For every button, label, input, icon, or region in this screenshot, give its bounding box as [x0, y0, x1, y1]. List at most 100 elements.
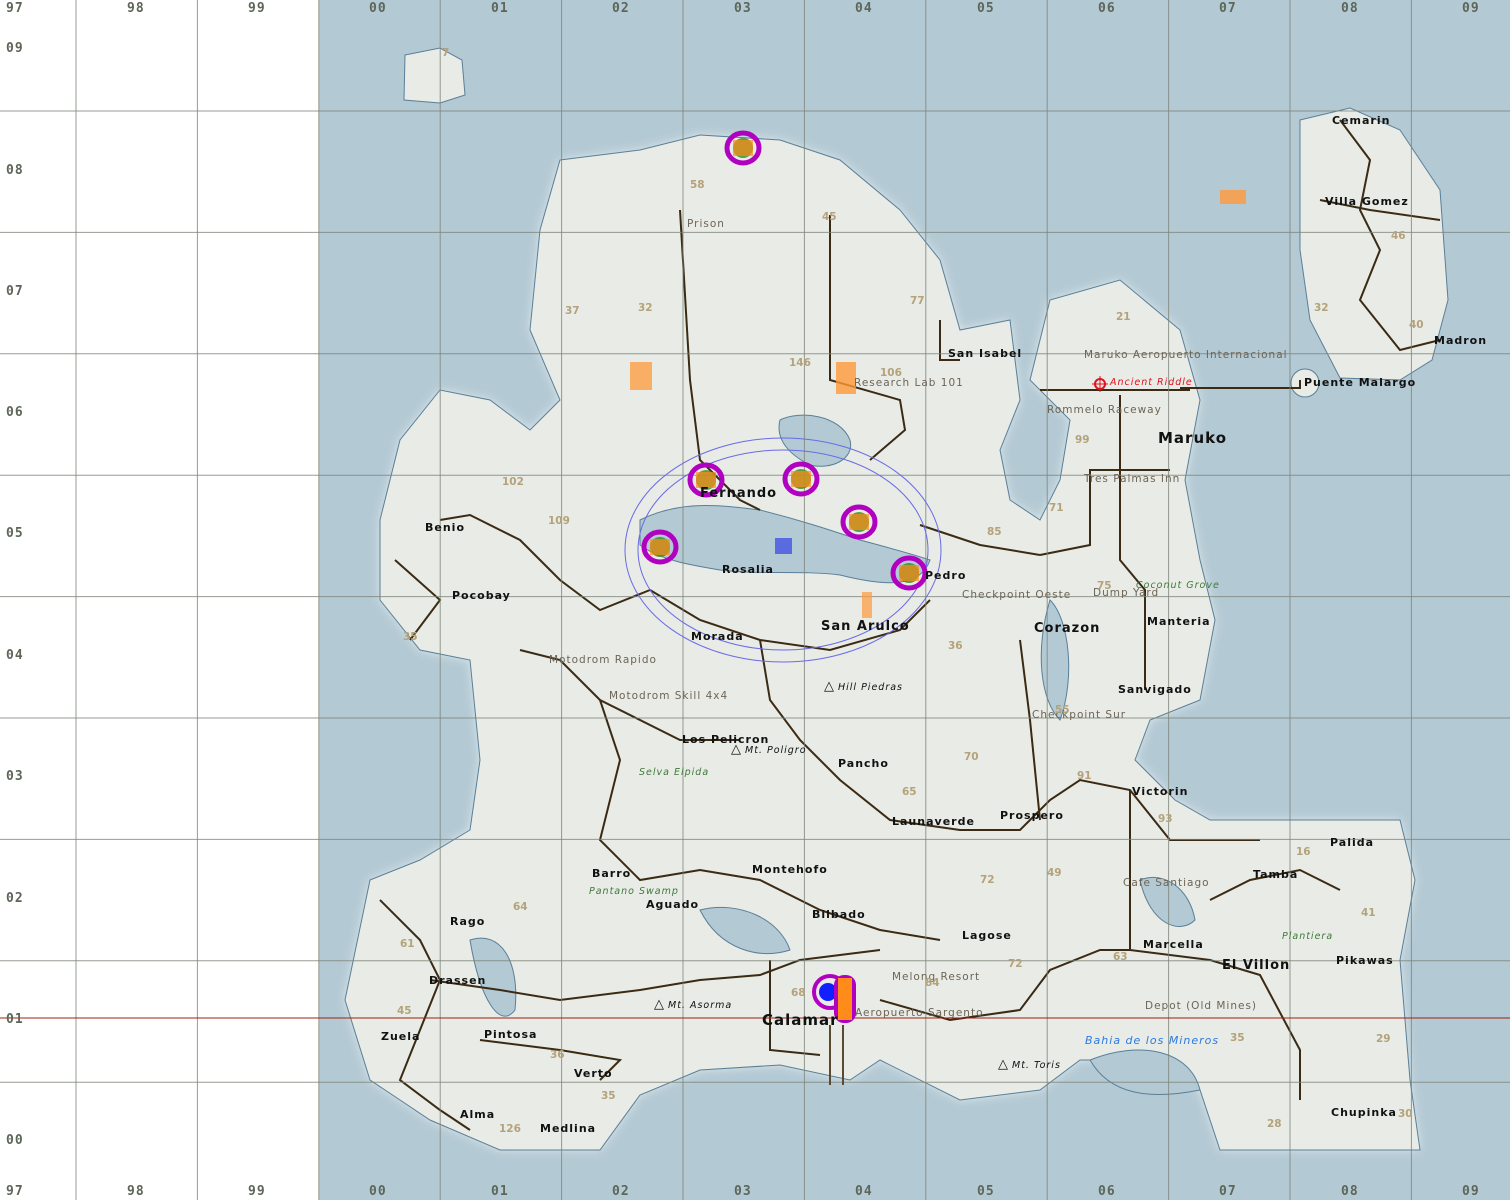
grid-row-label: 06: [6, 405, 24, 420]
grid-column-label: 08: [1341, 1184, 1359, 1199]
town-label: Maruko: [1158, 429, 1228, 447]
vegetation-label: Plantiera: [1282, 931, 1334, 942]
height-label: 45: [397, 1005, 412, 1017]
map-canvas[interactable]: [0, 0, 1510, 1200]
orange-zone: [630, 362, 652, 390]
town-label: Morada: [691, 630, 744, 643]
water-label: Bahia de los Mineros: [1085, 1034, 1220, 1047]
grid-column-label: 98: [127, 1184, 145, 1199]
town-label: Pikawas: [1336, 954, 1394, 967]
grid-column-label: 97: [6, 1, 24, 16]
location-label: Rommelo Raceway: [1047, 404, 1162, 416]
height-label: 63: [1113, 951, 1128, 963]
town-label: Pedro: [925, 569, 967, 582]
poi-label: Ancient Riddle: [1110, 377, 1193, 388]
location-label: Checkpoint Sur: [1032, 709, 1127, 721]
height-label: 146: [789, 357, 811, 369]
grid-column-label: 03: [734, 1184, 752, 1199]
grid-column-label: 99: [248, 1, 266, 16]
town-label: San Arulco: [821, 619, 910, 634]
grid-column-label: 99: [248, 1184, 266, 1199]
height-label: 65: [902, 786, 917, 798]
height-label: 37: [565, 305, 580, 317]
height-label: 28: [1267, 1118, 1282, 1130]
town-label: Launaverde: [892, 815, 975, 828]
grid-row-label: 03: [6, 769, 24, 784]
location-label: Checkpoint Oeste: [962, 589, 1072, 601]
town-label: Fernando: [700, 486, 778, 501]
grid-column-label: 07: [1219, 1184, 1237, 1199]
height-label: 35: [403, 631, 418, 643]
height-label: 71: [1049, 502, 1064, 514]
town-label: Villa Gomez: [1325, 195, 1409, 208]
town-label: Bilbado: [812, 908, 866, 921]
height-label: 35: [601, 1090, 616, 1102]
grid-column-label: 06: [1098, 1, 1116, 16]
height-label: 16: [1296, 846, 1311, 858]
town-label: San Isabel: [948, 347, 1023, 360]
height-label: 85: [987, 526, 1002, 538]
location-label: Aeropuerto Sargento: [855, 1007, 984, 1019]
vegetation-label: Pantano Swamp: [589, 886, 679, 897]
location-label: Motodrom Rapido: [549, 654, 657, 666]
location-label: Depot (Old Mines): [1145, 1000, 1258, 1012]
town-label: Drassen: [429, 974, 487, 987]
town-label: Montehofo: [752, 863, 828, 876]
town-label: Sanvigado: [1118, 683, 1192, 696]
height-label: 55: [1055, 704, 1070, 716]
location-label: Research Lab 101: [854, 377, 964, 389]
town-label: Verto: [574, 1067, 613, 1080]
height-label: 84: [925, 977, 940, 989]
height-label: 46: [1391, 230, 1406, 242]
grid-row-label: 05: [6, 526, 24, 541]
mountain-icon: △: [654, 997, 665, 1012]
height-label: 40: [1409, 319, 1424, 331]
mountain-label: Mt. Poligro: [745, 745, 807, 756]
height-label: 61: [400, 938, 415, 950]
grid-column-label: 97: [6, 1184, 24, 1199]
location-label: Cafe Santiago: [1123, 877, 1210, 889]
height-label: 32: [1314, 302, 1329, 314]
grid-column-label: 06: [1098, 1184, 1116, 1199]
height-label: 64: [513, 901, 528, 913]
height-label: 30: [1398, 1108, 1413, 1120]
height-label: 93: [1158, 813, 1173, 825]
grid-row-label: 04: [6, 648, 24, 663]
grid-column-label: 03: [734, 1, 752, 16]
grid-row-label: 07: [6, 284, 24, 299]
location-label: Tres Palmas Inn: [1084, 473, 1181, 485]
location-label: Maruko Aeropuerto Internacional: [1084, 349, 1288, 361]
height-label: 7: [442, 47, 450, 59]
grid-column-label: 00: [369, 1, 387, 16]
height-label: 32: [638, 302, 653, 314]
town-label: Pancho: [838, 757, 889, 770]
height-label: 77: [910, 295, 925, 307]
orange-zone: [862, 592, 872, 618]
grid-column-label: 04: [855, 1184, 873, 1199]
town-label: Corazon: [1034, 621, 1101, 636]
town-label: Benio: [425, 521, 466, 534]
height-label: 126: [499, 1123, 521, 1135]
mountain-icon: △: [824, 679, 835, 694]
mountain-label: Mt. Asorma: [668, 1000, 733, 1011]
height-label: 91: [1077, 770, 1092, 782]
height-label: 72: [980, 874, 995, 886]
town-label: Palida: [1330, 836, 1375, 849]
town-label: Madron: [1434, 334, 1488, 347]
grid-row-label: 02: [6, 891, 24, 906]
grid-column-label: 01: [491, 1184, 509, 1199]
height-label: 102: [502, 476, 524, 488]
height-label: 36: [550, 1049, 565, 1061]
town-label: Aguado: [646, 898, 700, 911]
grid-column-label: 00: [369, 1184, 387, 1199]
grid-column-label: 05: [977, 1184, 995, 1199]
blue-unit-marker: [775, 538, 792, 554]
vegetation-label: Selva Elpida: [639, 767, 710, 778]
height-label: 106: [880, 367, 902, 379]
grid-column-label: 01: [491, 1, 509, 16]
height-label: 109: [548, 515, 570, 527]
unmapped-area: [0, 0, 319, 1200]
grid-column-label: 98: [127, 1, 145, 16]
town-label: Prospero: [1000, 809, 1064, 822]
height-label: 49: [1047, 867, 1062, 879]
